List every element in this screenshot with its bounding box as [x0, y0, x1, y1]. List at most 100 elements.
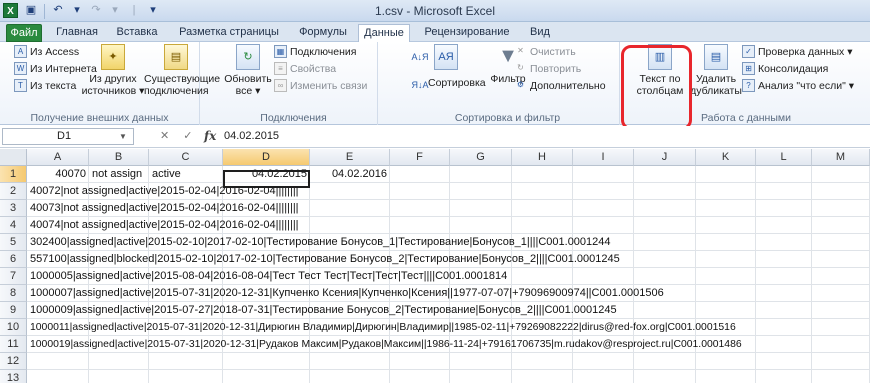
cancel-icon[interactable]: ✕: [160, 129, 169, 142]
worksheet-grid[interactable]: ABCDEFGHIJKLMN 12345678910111213 40070 n…: [0, 149, 870, 383]
row-header-13[interactable]: 13: [0, 370, 27, 383]
column-header-b[interactable]: B: [89, 149, 149, 166]
enter-icon[interactable]: ✓: [183, 129, 192, 142]
title-bar: X ▣ ↶ ▾ ↷ ▾ | ▾ 1.csv - Microsoft Excel: [0, 0, 870, 22]
column-header-a[interactable]: A: [27, 149, 89, 166]
column-gridline: [811, 166, 812, 383]
existing-connections-button[interactable]: ▤ Существующие подключения: [144, 44, 220, 97]
tab-insert[interactable]: Вставка: [110, 24, 164, 42]
tab-data[interactable]: Данные: [358, 24, 410, 43]
active-cell-d1[interactable]: [223, 170, 310, 188]
window-title: 1.csv - Microsoft Excel: [374, 4, 496, 18]
row-header-11[interactable]: 11: [0, 336, 27, 353]
group-sort-filter: А↓Я Я↓А АЯ Сортировка ▼ Фильтр ✕ Очистить…: [396, 42, 620, 125]
column-header-d[interactable]: D: [223, 149, 310, 166]
column-header-f[interactable]: F: [390, 149, 450, 166]
select-all-corner[interactable]: [0, 149, 27, 166]
tab-formulas[interactable]: Формулы: [294, 24, 352, 42]
advanced-filter-button[interactable]: ⚙ Дополнительно: [514, 79, 606, 92]
cell-c1[interactable]: active: [149, 166, 209, 183]
cell-a11[interactable]: 1000019|assigned|active|2015-07-31|2020-…: [27, 336, 742, 353]
cell-e1[interactable]: 04.02.2016: [310, 166, 390, 183]
text-file-icon: T: [14, 79, 27, 92]
properties-button[interactable]: ≡ Свойства: [274, 62, 336, 75]
tab-view[interactable]: Вид: [524, 24, 556, 42]
advanced-filter-icon: ⚙: [516, 80, 525, 89]
clear-filter-icon: ✕: [517, 46, 524, 55]
sort-ascending-button[interactable]: А↓Я: [410, 52, 430, 65]
reapply-filter-button[interactable]: ↻ Повторить: [514, 62, 581, 75]
sort-dialog-icon-wrap[interactable]: АЯ: [432, 44, 460, 73]
group-label-sort-filter: Сортировка и фильтр: [454, 112, 561, 124]
connections-button[interactable]: ▦ Подключения: [274, 45, 356, 58]
insert-function-icon[interactable]: fx: [204, 129, 216, 143]
refresh-all-button[interactable]: ↻ Обновить все ▾: [224, 44, 272, 97]
column-header-g[interactable]: G: [450, 149, 512, 166]
column-header-m[interactable]: M: [812, 149, 870, 166]
access-icon: A: [14, 45, 27, 58]
cell-a4[interactable]: 40074|not assigned|active|2015-02-04|201…: [27, 217, 299, 234]
text-to-columns-highlight: [621, 45, 692, 130]
column-header-e[interactable]: E: [310, 149, 390, 166]
tab-page-layout[interactable]: Разметка страницы: [170, 24, 288, 42]
remove-duplicates-button[interactable]: ▤ Удалить дубликаты: [688, 44, 744, 97]
sort-descending-button[interactable]: Я↓А: [410, 80, 430, 93]
ribbon-tabs: Файл Главная Вставка Разметка страницы Ф…: [0, 22, 870, 43]
column-header-c[interactable]: C: [149, 149, 223, 166]
what-if-analysis-button[interactable]: ? Анализ "что если" ▾: [742, 79, 854, 92]
row-header-1[interactable]: 1: [0, 166, 27, 183]
name-box-dropdown-icon[interactable]: ▼: [119, 132, 127, 141]
edit-links-icon: ∞: [274, 79, 287, 92]
cell-a6[interactable]: 557100|assigned|blocked|2015-02-10|2017-…: [27, 251, 620, 268]
data-validation-button[interactable]: ✓ Проверка данных ▾: [742, 45, 853, 58]
group-label-external-data: Получение внешних данных: [30, 112, 169, 124]
column-header-l[interactable]: L: [756, 149, 812, 166]
tab-home[interactable]: Главная: [48, 24, 106, 42]
connections-icon: ▦: [274, 45, 287, 58]
row-header-3[interactable]: 3: [0, 200, 27, 217]
cell-a3[interactable]: 40073|not assigned|active|2015-02-04|201…: [27, 200, 299, 217]
properties-icon: ≡: [274, 62, 287, 75]
formula-input[interactable]: 04.02.2015: [224, 130, 279, 142]
formula-tools: ✕ ✓: [160, 129, 192, 142]
from-access-button[interactable]: A Из Access: [14, 45, 79, 58]
cell-a8[interactable]: 1000007|assigned|active|2015-07-31|2020-…: [27, 285, 664, 302]
consolidate-button[interactable]: ⊞ Консолидация: [742, 62, 828, 75]
from-other-sources-button[interactable]: ✦ Из других источников ▾: [80, 44, 146, 97]
cell-a1[interactable]: 40070: [27, 166, 89, 183]
column-header-h[interactable]: H: [512, 149, 573, 166]
sort-icon: АЯ: [434, 44, 458, 70]
from-text-button[interactable]: T Из текста: [14, 79, 76, 92]
row-header-6[interactable]: 6: [0, 251, 27, 268]
column-header-i[interactable]: I: [573, 149, 634, 166]
row-header-8[interactable]: 8: [0, 285, 27, 302]
row-header-5[interactable]: 5: [0, 234, 27, 251]
group-connections: ↻ Обновить все ▾ ▦ Подключения ≡ Свойства …: [210, 42, 378, 125]
remove-duplicates-icon: ▤: [704, 44, 728, 70]
cell-a5[interactable]: 302400|assigned|active|2015-02-10|2017-0…: [27, 234, 611, 251]
row-header-9[interactable]: 9: [0, 302, 27, 319]
data-validation-icon: ✓: [742, 45, 755, 58]
clear-filter-button[interactable]: ✕ Очистить: [514, 45, 576, 58]
ribbon: A Из Access W Из Интернета T Из текста ✦ Из…: [0, 42, 870, 125]
sort-descending-icon: Я↓А: [411, 80, 429, 90]
cell-b1[interactable]: not assign: [89, 166, 149, 183]
edit-links-button[interactable]: ∞ Изменить связи: [274, 79, 367, 92]
row-header-10[interactable]: 10: [0, 319, 27, 336]
tab-review[interactable]: Рецензирование: [416, 24, 518, 42]
column-header-k[interactable]: K: [696, 149, 756, 166]
cell-a10[interactable]: 1000011|assigned|active|2015-07-31|2020-…: [27, 319, 736, 336]
sort-button[interactable]: Сортировка: [428, 77, 486, 89]
sort-ascending-icon: А↓Я: [411, 52, 429, 62]
existing-connections-icon: ▤: [164, 44, 188, 70]
cell-a9[interactable]: 1000009|assigned|active|2015-07-27|2018-…: [27, 302, 617, 319]
row-header-7[interactable]: 7: [0, 268, 27, 285]
row-header-2[interactable]: 2: [0, 183, 27, 200]
name-box[interactable]: D1: [2, 128, 134, 145]
row-header-4[interactable]: 4: [0, 217, 27, 234]
tab-file[interactable]: Файл: [6, 24, 42, 42]
column-gridline: [755, 166, 756, 383]
cell-a7[interactable]: 1000005|assigned|active|2015-08-04|2016-…: [27, 268, 507, 285]
row-header-12[interactable]: 12: [0, 353, 27, 370]
column-header-j[interactable]: J: [634, 149, 696, 166]
